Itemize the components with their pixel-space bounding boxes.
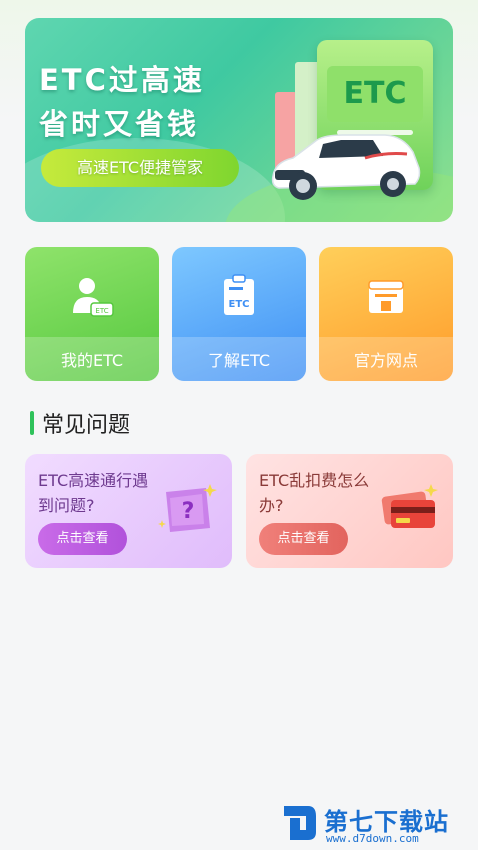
svg-text:?: ? bbox=[182, 499, 195, 524]
watermark-logo: 第七下载站 www.d7down.com bbox=[282, 798, 472, 848]
banner-title: ETC过高速 省时又省钱 bbox=[39, 58, 205, 146]
service-point-icon bbox=[368, 280, 404, 313]
etc-sign-text: ETC bbox=[327, 66, 423, 122]
banner-pill-button[interactable]: 高速ETC便捷管家 bbox=[41, 149, 239, 187]
section-title: 常见问题 bbox=[30, 406, 130, 440]
tile-label: 我的ETC bbox=[60, 351, 124, 370]
banner-title-line1: ETC过高速 bbox=[39, 63, 205, 97]
credit-card-icon bbox=[381, 484, 438, 528]
question-box-icon: ? bbox=[158, 484, 217, 532]
tile-label: 了解ETC bbox=[207, 351, 271, 370]
tile-my-etc[interactable]: ETC 我的ETC bbox=[25, 247, 159, 381]
faq-question: ETC乱扣费怎么办? bbox=[259, 471, 370, 515]
site-logo-icon bbox=[284, 806, 316, 840]
tile-learn-etc[interactable]: ETC 了解ETC bbox=[172, 247, 306, 381]
app-screen: ETC ETC过高速 省时又省钱 高速ETC便捷管家 ETC 我的ETC ETC… bbox=[0, 0, 478, 850]
watermark-url: www.d7down.com bbox=[326, 832, 419, 845]
faq-card-overcharge[interactable]: ETC乱扣费怎么办? 点击查看 bbox=[246, 454, 453, 568]
svg-text:ETC: ETC bbox=[95, 307, 108, 315]
faq-question: ETC高速通行遇到问题? bbox=[38, 471, 149, 515]
section-accent-bar bbox=[30, 411, 34, 435]
promo-banner[interactable]: ETC ETC过高速 省时又省钱 高速ETC便捷管家 bbox=[25, 18, 453, 222]
svg-text:ETC: ETC bbox=[229, 299, 250, 310]
banner-title-line2: 省时又省钱 bbox=[39, 107, 200, 141]
user-card-icon: ETC bbox=[73, 278, 114, 317]
view-details-button[interactable]: 点击查看 bbox=[38, 523, 127, 555]
tile-label: 官方网点 bbox=[353, 351, 418, 370]
section-title-text: 常见问题 bbox=[42, 413, 131, 438]
view-details-button[interactable]: 点击查看 bbox=[259, 523, 348, 555]
faq-card-highway-problem[interactable]: ETC高速通行遇到问题? 点击查看 ? bbox=[25, 454, 232, 568]
tile-official-outlets[interactable]: 官方网点 bbox=[319, 247, 453, 381]
etc-document-icon: ETC bbox=[224, 274, 254, 315]
car-illustration bbox=[271, 134, 421, 200]
